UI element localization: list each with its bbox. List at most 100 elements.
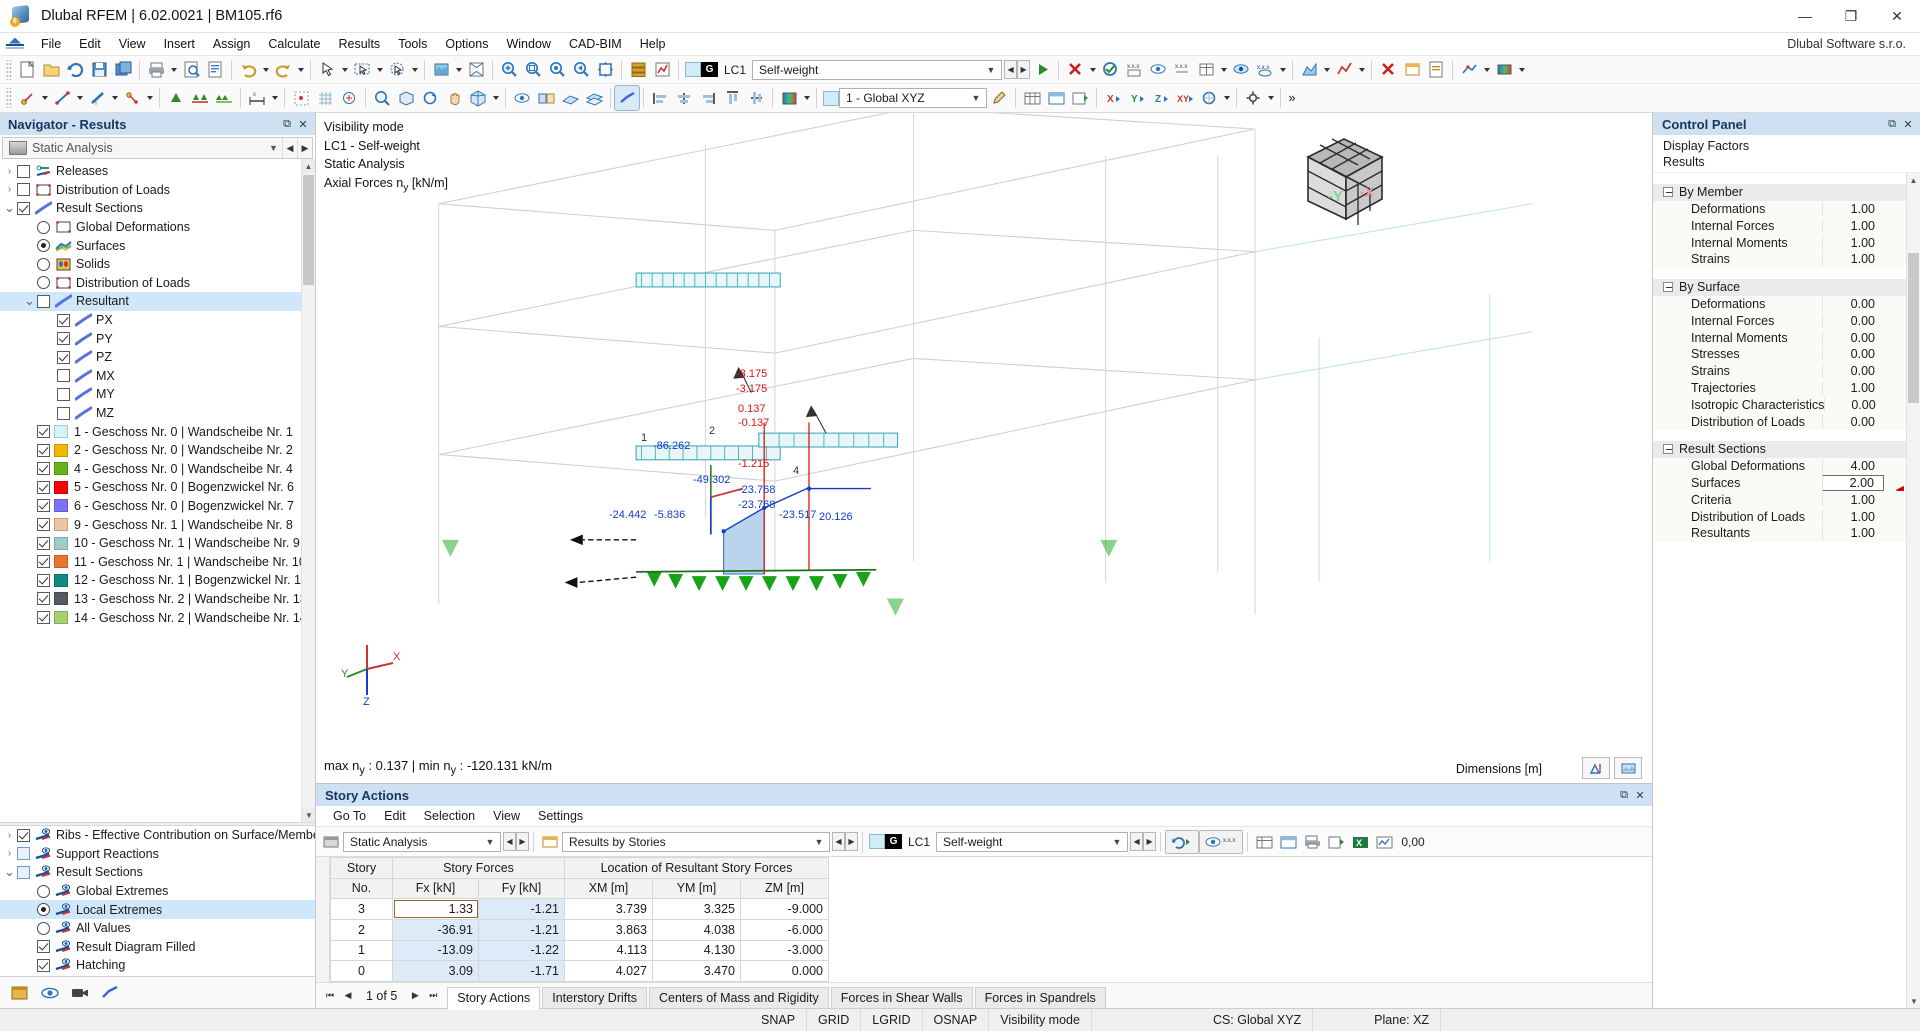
checkbox[interactable] — [57, 407, 70, 420]
expand-icon[interactable]: › — [2, 848, 17, 859]
radio-button[interactable] — [37, 885, 50, 898]
control-panel-value[interactable]: 0.00 — [1822, 314, 1884, 328]
visibility-plane-icon[interactable] — [558, 86, 582, 110]
model-view-icon[interactable] — [464, 58, 488, 82]
control-panel-row[interactable]: Internal Moments1.00 — [1653, 234, 1906, 251]
settings-icon[interactable] — [1241, 86, 1265, 110]
expand-icon[interactable]: › — [2, 166, 17, 177]
control-panel-value[interactable]: 1.00 — [1822, 493, 1884, 507]
tree-item[interactable]: 6 - Geschoss Nr. 0 | Bogenzwickel Nr. 7 — [0, 497, 315, 516]
collapse-box-icon[interactable] — [1663, 444, 1673, 454]
axis-free-icon[interactable] — [1197, 86, 1221, 110]
chevron-down-icon-2[interactable]: ▼ — [968, 93, 984, 103]
story-close-button[interactable]: ✕ — [1632, 787, 1648, 803]
checkbox[interactable] — [37, 555, 50, 568]
control-panel-value[interactable]: 1.00 — [1822, 236, 1884, 250]
table-cell[interactable]: 3.09 — [393, 961, 479, 982]
table-column-header[interactable]: XM [m] — [565, 878, 653, 899]
tree-item[interactable]: PX — [0, 311, 315, 330]
navigator-tree-lower[interactable]: ›Ribs - Effective Contribution on Surfac… — [0, 826, 315, 976]
checkbox[interactable] — [17, 847, 30, 860]
diagram-filled-caret[interactable] — [1321, 58, 1332, 82]
status-visibility-mode[interactable]: Visibility mode — [989, 1009, 1092, 1031]
result-value-2-icon[interactable]: x.x.x — [1170, 58, 1194, 82]
viewport-render-button[interactable] — [1614, 757, 1642, 779]
checkbox[interactable] — [57, 369, 70, 382]
tree-item[interactable]: PY — [0, 329, 315, 348]
radio-button[interactable] — [37, 239, 50, 252]
table-cell[interactable]: -3.000 — [741, 940, 829, 961]
control-panel-row[interactable]: Trajectories1.00 — [1653, 380, 1906, 397]
undo-dropdown-caret[interactable] — [260, 58, 271, 82]
result-value-icon[interactable]: x.x.x — [1122, 58, 1146, 82]
dimension-caret[interactable] — [269, 86, 280, 110]
chevron-down-icon-nav[interactable]: ▼ — [265, 143, 282, 153]
zoom-window-icon[interactable] — [521, 58, 545, 82]
tree-item[interactable]: Local Extremes — [0, 900, 315, 919]
table-cell[interactable]: -36.91 — [393, 919, 479, 940]
navigator-camera-icon[interactable] — [68, 981, 92, 1005]
refresh-icon[interactable] — [63, 58, 87, 82]
checkbox[interactable] — [37, 425, 50, 438]
rotate-view-icon[interactable] — [418, 86, 442, 110]
tree-item[interactable]: 10 - Geschoss Nr. 1 | Wandscheibe Nr. 9 — [0, 534, 315, 553]
control-panel-row[interactable]: Internal Forces0.00 — [1653, 312, 1906, 329]
view-3d-icon[interactable] — [466, 86, 490, 110]
control-panel-group[interactable]: Result Sections — [1653, 441, 1906, 458]
control-panel-value[interactable]: 1.00 — [1822, 202, 1884, 216]
pager-last[interactable]: ⏭ — [425, 987, 441, 1005]
story-menu-selection[interactable]: Selection — [415, 808, 484, 824]
tree-item[interactable]: ›Support Reactions — [0, 845, 315, 864]
scroll-thumb[interactable] — [303, 175, 314, 285]
menu-options[interactable]: Options — [436, 35, 497, 53]
surface-support-icon[interactable] — [212, 86, 236, 110]
table-cell[interactable]: -1.21 — [479, 899, 565, 920]
control-panel-row[interactable]: Deformations1.00 — [1653, 201, 1906, 218]
navigator-tree[interactable]: ▲ ▼ ›Releases›Distribution of Loads⌄Resu… — [0, 159, 315, 822]
table-row[interactable]: 31.33-1.213.7393.325-9.000 — [331, 899, 829, 920]
control-panel-value[interactable]: 0.00 — [1822, 347, 1884, 361]
tree-item[interactable]: 12 - Geschoss Nr. 1 | Bogenzwickel Nr. 1… — [0, 571, 315, 590]
story-load-case-combo[interactable]: Self-weight ▼ — [936, 832, 1128, 852]
support-node-caret[interactable] — [144, 86, 155, 110]
control-panel-value[interactable]: 0.00 — [1822, 415, 1884, 429]
open-file-icon[interactable] — [39, 58, 63, 82]
collapse-box-icon[interactable] — [1663, 282, 1673, 292]
story-table-wrapper[interactable]: StoryStory ForcesLocation of Resultant S… — [316, 857, 1652, 982]
story-table-filter-icon[interactable] — [1276, 830, 1300, 854]
story-lc-stepper[interactable]: ◀▶ — [1130, 832, 1156, 851]
table-cell[interactable]: 4.130 — [653, 940, 741, 961]
tree-item[interactable]: Global Extremes — [0, 882, 315, 901]
table-cell[interactable]: 2 — [331, 919, 393, 940]
table-filter-icon[interactable] — [1044, 86, 1068, 110]
perspective-icon[interactable] — [394, 86, 418, 110]
pager-next[interactable]: ▶ — [407, 987, 423, 1005]
zoom-in-icon[interactable] — [497, 58, 521, 82]
render-mode-dropdown-caret[interactable] — [453, 58, 464, 82]
line-icon[interactable] — [50, 86, 74, 110]
section-result-icon[interactable] — [1457, 58, 1481, 82]
checkbox[interactable] — [37, 574, 50, 587]
table-cell[interactable]: -1.21 — [479, 919, 565, 940]
story-tab[interactable]: Forces in Shear Walls — [831, 987, 973, 1009]
diagram-lines-icon[interactable] — [1332, 58, 1356, 82]
tree-item[interactable]: Distribution of Loads — [0, 274, 315, 293]
table-cell[interactable]: 1 — [331, 940, 393, 961]
load-case-play-icon[interactable] — [1030, 58, 1054, 82]
align-top-icon[interactable] — [720, 86, 744, 110]
control-panel-float-button[interactable]: ⧉ — [1884, 116, 1900, 132]
story-zero-label[interactable]: 0,00 — [1396, 830, 1430, 854]
surface-result-icon[interactable] — [1492, 58, 1516, 82]
settings-caret[interactable] — [1265, 86, 1276, 110]
table-row[interactable]: 03.09-1.714.0273.4700.000 — [331, 961, 829, 982]
load-case-combo[interactable]: Self-weight ▼ — [752, 60, 1002, 80]
table-cell[interactable]: -13.09 — [393, 940, 479, 961]
member-caret[interactable] — [109, 86, 120, 110]
story-menu-edit[interactable]: Edit — [375, 808, 415, 824]
navigator-visibility-icon[interactable] — [38, 981, 62, 1005]
view-cube[interactable]: -Y -X — [1294, 131, 1394, 231]
story-analysis-icon[interactable] — [319, 830, 343, 854]
radio-button[interactable] — [37, 903, 50, 916]
control-panel-row[interactable]: Surfaces2.00◀ — [1653, 475, 1906, 492]
zoom-all-icon[interactable] — [545, 58, 569, 82]
